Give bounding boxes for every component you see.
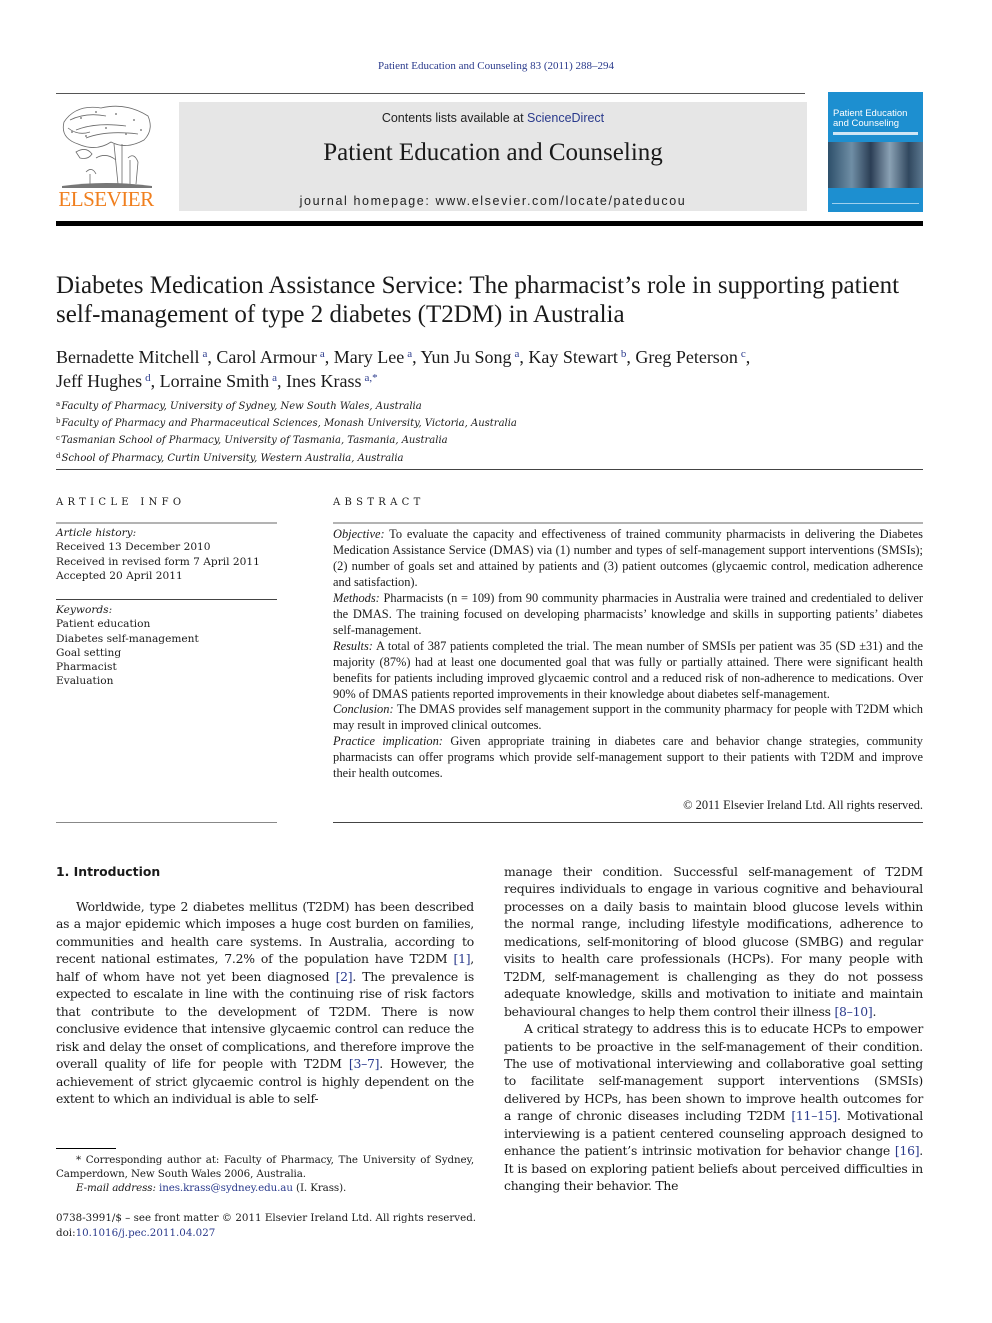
journal-title: Patient Education and Counseling bbox=[323, 139, 663, 166]
abstract-body: Objective: To evaluate the capacity and … bbox=[333, 527, 923, 782]
contents-line: Contents lists available at ScienceDirec… bbox=[179, 111, 807, 125]
affiliation-item: dSchool of Pharmacy, Curtin University, … bbox=[56, 451, 404, 464]
affiliation-key: d bbox=[56, 451, 61, 460]
author-affiliation-marker[interactable]: a bbox=[407, 348, 412, 360]
history-item: Accepted 20 April 2011 bbox=[56, 569, 183, 582]
author-name[interactable]: Yun Ju Song bbox=[420, 347, 511, 367]
body-column-right: manage their condition. Successful self-… bbox=[504, 863, 923, 1195]
cover-footer-logos bbox=[832, 203, 919, 208]
affiliation-item: aFaculty of Pharmacy, University of Sydn… bbox=[56, 400, 422, 412]
citation-link[interactable]: [2] bbox=[336, 969, 353, 984]
header-divider bbox=[56, 93, 805, 94]
abstract-divider bbox=[333, 522, 923, 524]
citation-link[interactable]: [1] bbox=[453, 951, 470, 966]
intro-paragraph-1: Worldwide, type 2 diabetes mellitus (T2D… bbox=[56, 899, 474, 1106]
keywords-label: Keywords: bbox=[56, 604, 113, 616]
elsevier-tree-icon bbox=[62, 105, 152, 188]
author-affiliation-marker[interactable]: d bbox=[145, 372, 151, 384]
cover-photo-strip bbox=[828, 142, 923, 188]
author-list: Bernadette Mitchell a, Carol Armour a, Mar… bbox=[56, 347, 751, 391]
author-affiliation-marker[interactable]: b bbox=[621, 348, 627, 360]
abstract-results: Results: A total of 387 patients complet… bbox=[333, 638, 923, 701]
article-info-bottom-divider bbox=[56, 822, 277, 823]
affiliation-item: bFaculty of Pharmacy and Pharmaceutical … bbox=[56, 417, 517, 430]
email-link[interactable]: ines.krass@sydney.edu.au bbox=[159, 1182, 293, 1194]
cover-title: Patient Education and Counseling bbox=[833, 108, 908, 129]
journal-masthead: Contents lists available at ScienceDirec… bbox=[179, 102, 807, 211]
title-divider bbox=[56, 469, 923, 470]
intro-paragraph-2: A critical strategy to address this is t… bbox=[504, 1021, 924, 1194]
abstract-conclusion: Conclusion: The DMAS provides self manag… bbox=[333, 702, 923, 733]
citation-link[interactable]: [3–7] bbox=[349, 1056, 380, 1071]
author-name[interactable]: Jeff Hughes bbox=[56, 371, 142, 391]
masthead-divider bbox=[56, 221, 923, 226]
intro-paragraph-1-continued: manage their condition. Successful self-… bbox=[504, 864, 923, 1019]
corresponding-author-note: * Corresponding author at: Faculty of Ph… bbox=[56, 1154, 474, 1181]
author-affiliation-marker[interactable]: a,* bbox=[365, 372, 378, 384]
author-affiliation-marker[interactable]: a bbox=[320, 348, 325, 360]
article-title: Diabetes Medication Assistance Service: … bbox=[56, 272, 900, 328]
citation-link[interactable]: [16] bbox=[895, 1143, 920, 1158]
article-history-label: Article history: bbox=[56, 527, 137, 539]
issn-line: 0738-3991/$ – see front matter © 2011 El… bbox=[56, 1212, 477, 1224]
author-affiliation-marker[interactable]: c bbox=[741, 348, 746, 360]
contents-prefix: Contents lists available at bbox=[381, 111, 528, 125]
abstract-objective: Objective: To evaluate the capacity and … bbox=[333, 527, 923, 589]
citation-link[interactable]: [11–15] bbox=[791, 1108, 837, 1123]
history-item: Received in revised form 7 April 2011 bbox=[56, 555, 260, 568]
email-note: E-mail address: ines.krass@sydney.edu.au… bbox=[76, 1182, 347, 1195]
footnotes: * Corresponding author at: Faculty of Ph… bbox=[56, 1153, 474, 1196]
affiliation-key: c bbox=[56, 434, 60, 443]
keyword-item: Goal setting bbox=[56, 646, 122, 659]
author-affiliation-marker[interactable]: a bbox=[272, 372, 277, 384]
doi-line: doi:10.1016/j.pec.2011.04.027 bbox=[56, 1227, 216, 1239]
affiliation-key: b bbox=[56, 417, 61, 426]
author-name[interactable]: Greg Peterson bbox=[635, 347, 737, 367]
body-column-left: Worldwide, type 2 diabetes mellitus (T2D… bbox=[56, 898, 474, 1107]
affiliation-key: a bbox=[56, 400, 61, 408]
article-info-divider bbox=[56, 522, 277, 524]
author-name[interactable]: Carol Armour bbox=[216, 347, 317, 367]
journal-homepage-link[interactable]: journal homepage: www.elsevier.com/locat… bbox=[179, 194, 807, 208]
elsevier-wordmark: ELSEVIER bbox=[58, 187, 154, 211]
cover-subtitle-band bbox=[833, 132, 918, 135]
abstract-practice-implication: Practice implication: Given appropriate … bbox=[333, 734, 923, 781]
abstract-heading: ABSTRACT bbox=[333, 497, 425, 508]
keywords: Keywords: Patient education Diabetes sel… bbox=[56, 603, 277, 689]
article-info-heading: ARTICLE INFO bbox=[56, 497, 186, 508]
keyword-item: Pharmacist bbox=[56, 661, 117, 674]
keyword-item: Patient education bbox=[56, 618, 151, 631]
author-affiliation-marker[interactable]: a bbox=[202, 348, 207, 360]
sciencedirect-link[interactable]: ScienceDirect bbox=[527, 111, 604, 125]
journal-cover-thumbnail[interactable]: Patient Education and Counseling bbox=[828, 92, 923, 212]
author-affiliation-marker[interactable]: a bbox=[514, 348, 519, 360]
abstract-bottom-divider bbox=[333, 822, 923, 823]
citation-link[interactable]: [8–10] bbox=[834, 1004, 872, 1019]
running-header[interactable]: Patient Education and Counseling 83 (201… bbox=[0, 60, 992, 72]
footnote-divider bbox=[56, 1148, 116, 1149]
keyword-item: Diabetes self-management bbox=[56, 632, 199, 645]
history-item: Received 13 December 2010 bbox=[56, 541, 211, 554]
front-matter: 0738-3991/$ – see front matter © 2011 El… bbox=[56, 1211, 496, 1241]
article-history: Article history: Received 13 December 20… bbox=[56, 526, 277, 583]
affiliations: aFaculty of Pharmacy, University of Sydn… bbox=[56, 397, 926, 466]
abstract-copyright: © 2011 Elsevier Ireland Ltd. All rights … bbox=[683, 798, 923, 812]
doi-link[interactable]: 10.1016/j.pec.2011.04.027 bbox=[76, 1227, 216, 1239]
author-name[interactable]: Bernadette Mitchell bbox=[56, 347, 199, 367]
author-name[interactable]: Ines Krass bbox=[286, 371, 361, 391]
section-heading-introduction: 1. Introduction bbox=[56, 864, 161, 879]
affiliation-item: cTasmanian School of Pharmacy, Universit… bbox=[56, 434, 448, 447]
author-name[interactable]: Kay Stewart bbox=[528, 347, 617, 367]
keyword-item: Evaluation bbox=[56, 675, 114, 688]
abstract-methods: Methods: Pharmacists (n = 109) from 90 c… bbox=[333, 590, 923, 637]
author-name[interactable]: Mary Lee bbox=[334, 347, 404, 367]
author-name[interactable]: Lorraine Smith bbox=[160, 371, 269, 391]
elsevier-logo[interactable]: ELSEVIER bbox=[56, 100, 156, 212]
keywords-divider bbox=[56, 599, 277, 600]
